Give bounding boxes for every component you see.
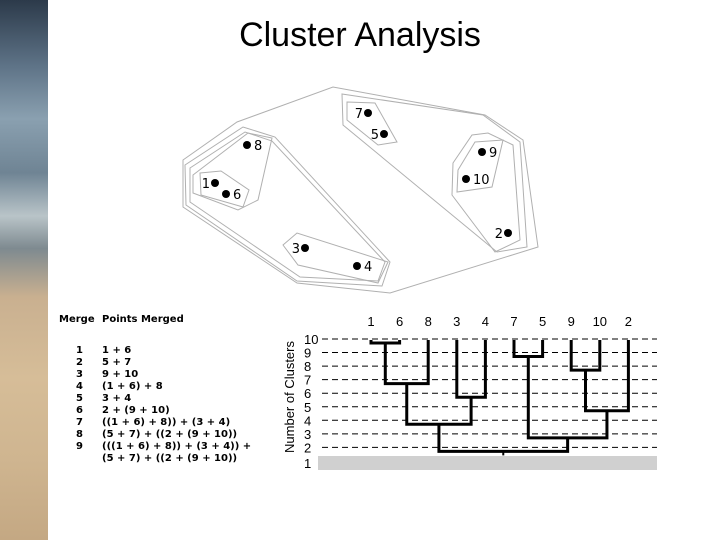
y-axis-label: Number of Clusters [282,341,297,453]
leaf-label: 7 [510,314,517,329]
merge-link-6 [584,340,630,413]
y-tick-label: 1 [304,456,311,471]
merge-link-4 [383,340,430,386]
leaf-label: 3 [453,314,460,329]
merge-link-5 [455,340,487,399]
leaf-label: 6 [396,314,403,329]
leaf-label: 10 [593,314,607,329]
leaf-label: 2 [625,314,632,329]
leaf-label: 5 [539,314,546,329]
merge-link-7 [405,383,473,426]
merge-link-1 [369,340,402,345]
merge-link-3 [569,340,602,372]
one-cluster-band [318,456,657,470]
leaf-label: 8 [425,314,432,329]
y-tick-label: 2 [304,440,311,455]
leaf-label: 4 [482,314,489,329]
leaf-label: 1 [367,314,374,329]
dendrogram: 10987654321Number of Clusters1 6 8 3 4 7 5 9 10 2 [282,314,657,471]
merge-link-2 [512,340,545,359]
leaf-label: 9 [568,314,575,329]
